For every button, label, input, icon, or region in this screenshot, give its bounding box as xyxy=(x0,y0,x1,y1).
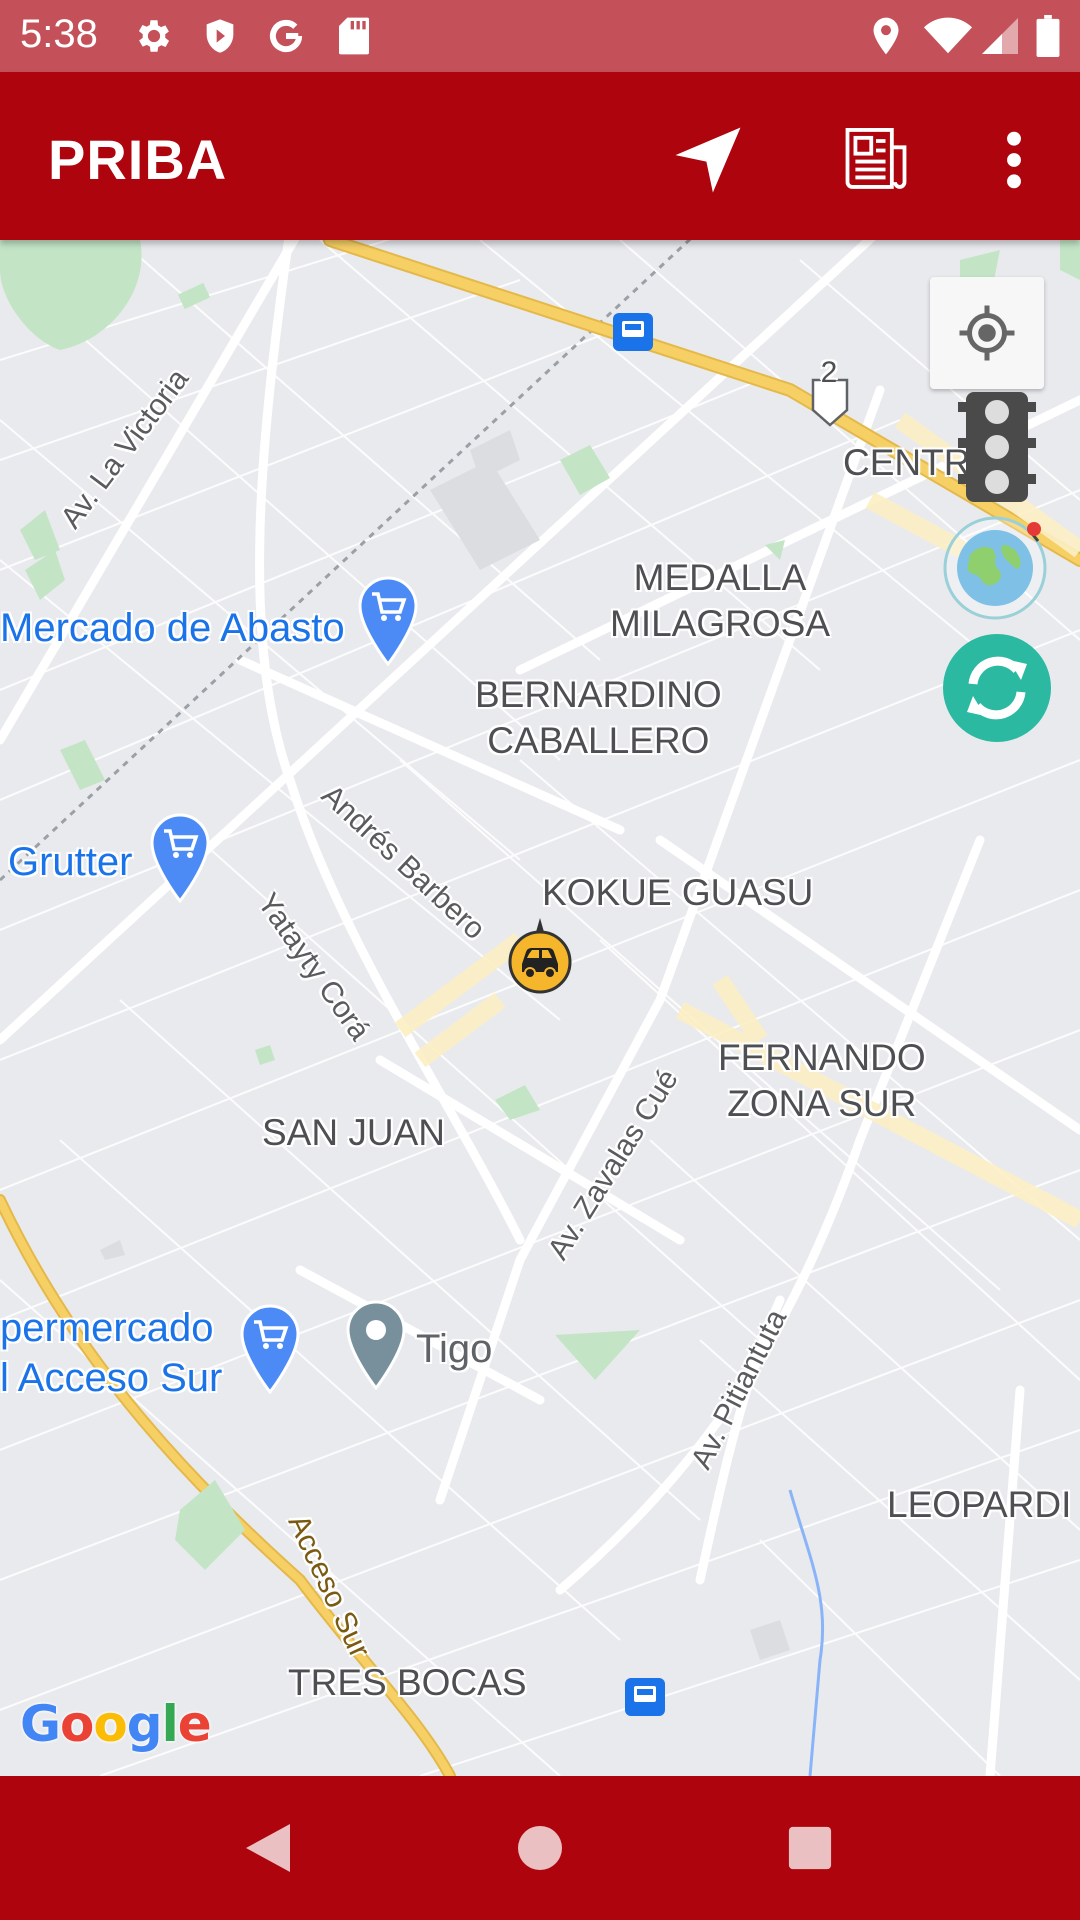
traffic-light-icon xyxy=(958,392,1036,502)
area-label-leopardi: LEOPARDI xyxy=(887,1484,1072,1525)
news-button[interactable] xyxy=(828,112,924,208)
area-label-san-juan: SAN JUAN xyxy=(262,1112,445,1153)
map-type-button[interactable] xyxy=(942,515,1048,621)
navigate-button[interactable] xyxy=(660,112,756,208)
route-shield-number: 2 xyxy=(820,356,838,389)
place-pin-icon[interactable] xyxy=(344,1300,408,1390)
back-icon xyxy=(246,1824,290,1872)
map-view[interactable]: 2 CENTRO MEDALLA MILAGROSA BERNARDINO CA… xyxy=(0,240,1080,1776)
wifi-icon xyxy=(922,14,974,58)
recents-icon xyxy=(788,1826,832,1870)
refresh-icon xyxy=(943,634,1051,742)
home-button[interactable] xyxy=(492,1800,588,1896)
google-logo: Google xyxy=(20,1695,212,1753)
app-bar: PRIBA xyxy=(0,72,1080,240)
battery-icon xyxy=(1028,14,1068,58)
signal-icon xyxy=(978,14,1022,58)
shopping-cart-pin-icon[interactable] xyxy=(148,813,212,903)
area-label-fernando-zona-sur: FERNANDO ZONA SUR xyxy=(718,1037,926,1124)
poi-label-grutter[interactable]: Grutter xyxy=(8,838,132,886)
shopping-cart-pin-icon[interactable] xyxy=(238,1304,302,1394)
globe-icon xyxy=(943,516,1047,620)
home-icon xyxy=(518,1826,562,1870)
recents-button[interactable] xyxy=(762,1800,858,1896)
poi-label-tigo[interactable]: Tigo xyxy=(416,1325,492,1373)
location-icon xyxy=(864,14,908,58)
area-label-kokue-guasu: KOKUE GUASU xyxy=(542,872,814,913)
poi-label-supermercado-line1[interactable]: permercado xyxy=(0,1304,213,1352)
bus-stop-icon xyxy=(625,1678,665,1716)
area-label-tres-bocas: TRES BOCAS xyxy=(288,1662,527,1703)
status-time: 5:38 xyxy=(20,12,98,56)
poi-label-mercado-abasto[interactable]: Mercado de Abasto xyxy=(0,604,345,652)
gear-icon xyxy=(132,14,176,58)
poi-label-supermercado-line2[interactable]: l Acceso Sur xyxy=(0,1354,222,1402)
sd-card-icon xyxy=(332,14,376,58)
newspaper-icon xyxy=(845,128,907,189)
app-title: PRIBA xyxy=(48,128,228,191)
bus-stop-icon xyxy=(613,313,653,351)
back-button[interactable] xyxy=(220,1800,316,1896)
area-label-medalla-milagrosa: MEDALLA MILAGROSA xyxy=(610,557,830,644)
my-location-button[interactable] xyxy=(930,277,1044,389)
traffic-toggle-button[interactable] xyxy=(958,392,1036,502)
car-marker-icon[interactable] xyxy=(508,918,572,996)
navigation-bar xyxy=(0,1776,1080,1920)
more-vert-icon xyxy=(1007,131,1021,189)
refresh-button[interactable] xyxy=(943,634,1051,742)
google-g-icon xyxy=(264,14,308,58)
navigate-icon xyxy=(675,127,741,193)
area-label-bernardino-caballero: BERNARDINO CABALLERO xyxy=(475,674,722,761)
shopping-cart-pin-icon[interactable] xyxy=(356,576,420,666)
shield-icon xyxy=(198,14,242,58)
my-location-icon xyxy=(959,305,1015,361)
status-bar: 5:38 xyxy=(0,0,1080,72)
more-options-button[interactable] xyxy=(966,112,1062,208)
